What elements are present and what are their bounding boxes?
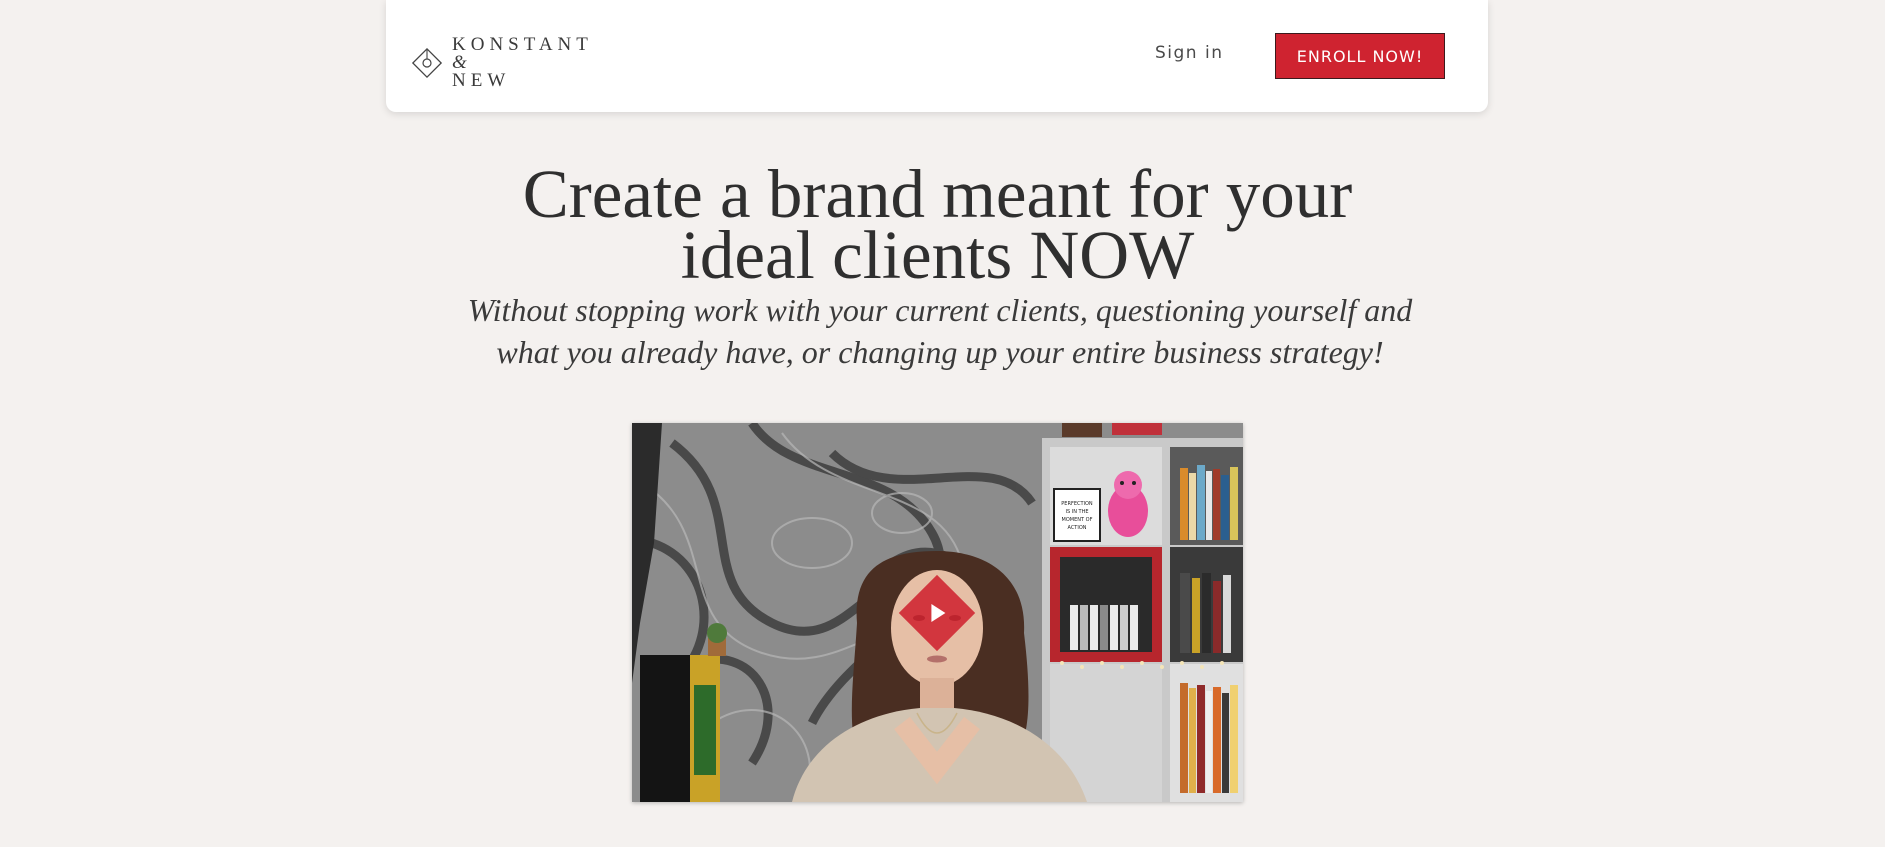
- hero-headline: Create a brand meant for your ideal clie…: [400, 160, 1475, 290]
- subhead-line-2: what you already have, or changing up yo…: [496, 334, 1384, 370]
- sign-line-4: ACTION: [1067, 525, 1086, 531]
- brand-logo[interactable]: KONSTANT & NEW: [410, 34, 593, 91]
- sign-line-3: MOMENT OF: [1062, 517, 1093, 523]
- logo-line-1: KONSTANT: [452, 34, 593, 55]
- headline-line-2: ideal clients NOW: [680, 217, 1195, 293]
- sign-in-link[interactable]: Sign in: [1155, 43, 1223, 63]
- intro-video-player[interactable]: PERFECTION IS IN THE MOMENT OF ACTION: [632, 423, 1243, 802]
- logo-line-2-rest: NEW: [452, 70, 511, 91]
- site-header: KONSTANT & NEW Sign in ENROLL NOW!: [386, 0, 1488, 112]
- sign-line-1: PERFECTION: [1061, 501, 1093, 507]
- logo-wordmark: KONSTANT & NEW: [452, 34, 593, 91]
- hero-subheadline: Without stopping work with your current …: [440, 289, 1440, 373]
- subhead-line-1: Without stopping work with your current …: [467, 292, 1413, 328]
- logo-line-2: & NEW: [452, 53, 593, 91]
- diamond-logo-icon: [411, 47, 443, 79]
- sign-line-2: IS IN THE: [1065, 509, 1088, 515]
- play-icon: [931, 604, 946, 622]
- enroll-now-button[interactable]: ENROLL NOW!: [1275, 33, 1445, 79]
